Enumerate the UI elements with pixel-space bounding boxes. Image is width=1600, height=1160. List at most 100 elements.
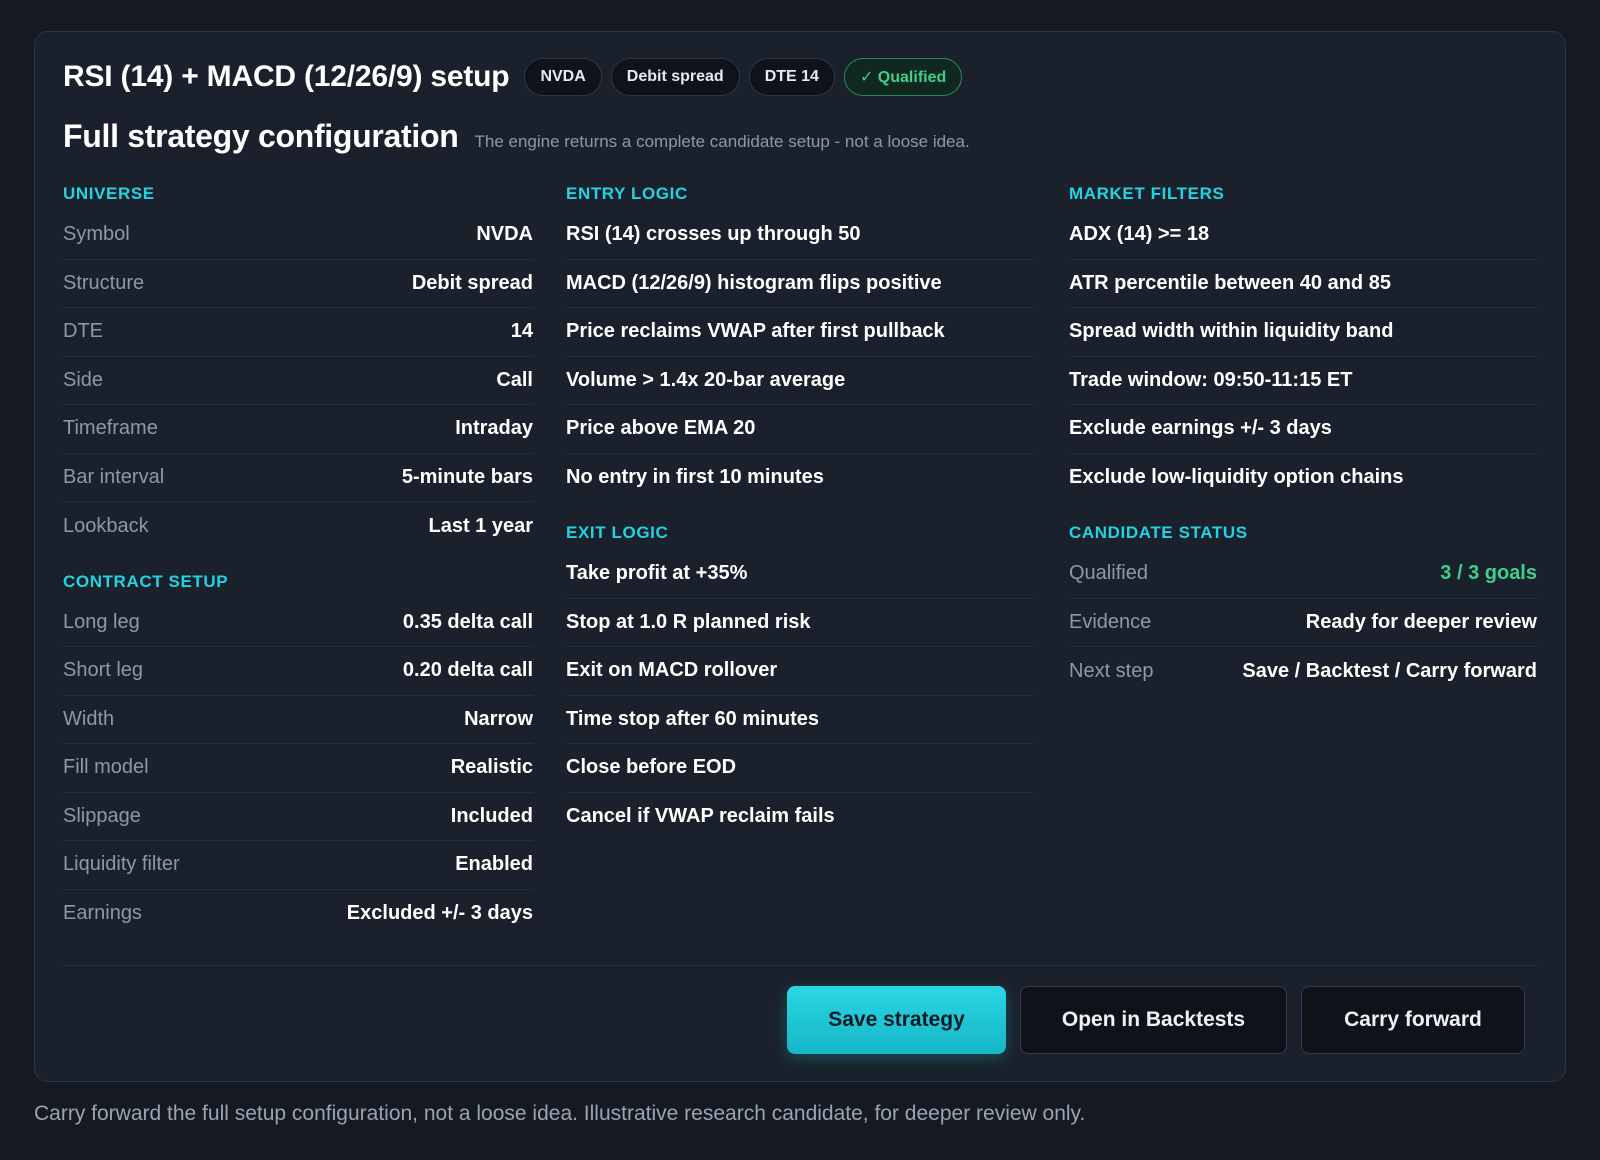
footnote: Carry forward the full setup configurati… xyxy=(34,1102,1086,1125)
open-in-backtests-button[interactable]: Open in Backtests xyxy=(1020,986,1287,1054)
row-value: Debit spread xyxy=(411,271,533,294)
row-value: 0.20 delta call xyxy=(402,659,533,682)
row-value: 14 xyxy=(510,320,533,343)
exit-rule: Take profit at +35% xyxy=(566,550,1034,599)
card-header: RSI (14) + MACD (12/26/9) setup NVDA Deb… xyxy=(63,58,963,96)
row-key: Next step xyxy=(1069,659,1154,682)
candidate-status-heading: CANDIDATE STATUS xyxy=(1069,523,1248,542)
symbol-pill: NVDA xyxy=(524,58,602,96)
row-key: Width xyxy=(63,707,115,730)
action-bar: Save strategy Open in Backtests Carry fo… xyxy=(787,986,1525,1054)
row-key: Short leg xyxy=(63,659,144,682)
entry-rule: Price above EMA 20 xyxy=(566,405,1034,454)
universe-row-timeframe: Timeframe Intraday xyxy=(63,405,533,454)
row-value: Enabled xyxy=(455,853,533,876)
save-strategy-button[interactable]: Save strategy xyxy=(787,986,1006,1054)
universe-row-side: Side Call xyxy=(63,357,533,405)
row-value: Narrow xyxy=(464,707,533,730)
section-description: The engine returns a complete candidate … xyxy=(474,132,970,151)
exit-rule: Exit on MACD rollover xyxy=(566,647,1034,696)
config-column-universe: UNIVERSE Symbol NVDA Structure Debit sprea… xyxy=(63,177,533,938)
row-value: Call xyxy=(496,368,533,391)
market-filters-list: ADX (14) >= 18 ATR percentile between 40… xyxy=(1069,211,1537,502)
row-value: Included xyxy=(450,804,533,827)
row-value: 3 / 3 goals xyxy=(1440,562,1537,585)
exit-logic-heading: EXIT LOGIC xyxy=(566,523,669,542)
row-value: NVDA xyxy=(476,223,533,246)
setup-title: RSI (14) + MACD (12/26/9) setup xyxy=(63,60,510,93)
contract-row-fill-model: Fill model Realistic xyxy=(63,744,533,793)
market-filter: Spread width within liquidity band xyxy=(1069,308,1537,357)
dte-pill: DTE 14 xyxy=(748,58,835,96)
row-key: Long leg xyxy=(63,610,140,633)
row-key: Liquidity filter xyxy=(63,853,180,876)
contract-row-long-leg: Long leg 0.35 delta call xyxy=(63,599,533,647)
contract-list: Long leg 0.35 delta call Short leg 0.20 de… xyxy=(63,599,533,939)
market-filters-heading: MARKET FILTERS xyxy=(1069,184,1225,203)
row-value: Realistic xyxy=(450,756,533,779)
universe-row-symbol: Symbol NVDA xyxy=(63,211,533,260)
status-row-evidence: Evidence Ready for deeper review xyxy=(1069,599,1537,647)
entry-rule: MACD (12/26/9) histogram flips positive xyxy=(566,260,1034,308)
contract-row-width: Width Narrow xyxy=(63,696,533,744)
row-key: Qualified xyxy=(1069,562,1148,585)
qualified-status-badge: ✓ Qualified xyxy=(843,58,963,96)
market-filter: ATR percentile between 40 and 85 xyxy=(1069,260,1537,308)
exit-logic-list: Take profit at +35% Stop at 1.0 R planne… xyxy=(566,550,1034,841)
row-key: Fill model xyxy=(63,756,149,779)
row-value: Excluded +/- 3 days xyxy=(346,902,533,925)
row-value: Last 1 year xyxy=(428,514,533,537)
entry-rule: Volume > 1.4x 20-bar average xyxy=(566,357,1034,405)
config-column-filters: MARKET FILTERS ADX (14) >= 18 ATR percen… xyxy=(1069,177,1537,696)
exit-rule: Close before EOD xyxy=(566,744,1034,793)
row-key: Earnings xyxy=(63,902,142,925)
row-value: Intraday xyxy=(455,417,533,440)
row-key: Structure xyxy=(63,271,145,294)
row-key: Timeframe xyxy=(63,417,158,440)
exit-rule: Stop at 1.0 R planned risk xyxy=(566,599,1034,647)
market-filter: Exclude low-liquidity option chains xyxy=(1069,466,1404,489)
config-column-logic: ENTRY LOGIC RSI (14) crosses up through … xyxy=(566,177,1034,841)
row-value: 5-minute bars xyxy=(401,465,533,488)
exit-rule: Time stop after 60 minutes xyxy=(566,696,1034,744)
row-key: DTE xyxy=(63,320,103,343)
exit-rule: Cancel if VWAP reclaim fails xyxy=(566,805,835,828)
contract-row-liquidity-filter: Liquidity filter Enabled xyxy=(63,841,533,890)
entry-logic-list: RSI (14) crosses up through 50 MACD (12/… xyxy=(566,211,1034,502)
status-row-qualified: Qualified 3 / 3 goals xyxy=(1069,550,1537,599)
contract-setup-heading: CONTRACT SETUP xyxy=(63,571,229,591)
market-filter: Exclude earnings +/- 3 days xyxy=(1069,405,1537,454)
row-key: Slippage xyxy=(63,804,141,827)
market-filter: ADX (14) >= 18 xyxy=(1069,211,1537,260)
row-value: Save / Backtest / Carry forward xyxy=(1242,659,1537,682)
contract-row-earnings: Earnings Excluded +/- 3 days xyxy=(63,890,533,939)
row-value: 0.35 delta call xyxy=(402,610,533,633)
row-key: Symbol xyxy=(63,223,130,246)
status-row-next-step: Next step Save / Backtest / Carry forward xyxy=(1069,647,1537,696)
section-title: Full strategy configuration xyxy=(63,118,459,154)
universe-row-structure: Structure Debit spread xyxy=(63,260,533,308)
row-key: Side xyxy=(63,368,104,391)
actions-divider xyxy=(63,965,1537,966)
universe-row-lookback: Lookback Last 1 year xyxy=(63,502,533,551)
entry-rule: Price reclaims VWAP after first pullback xyxy=(566,308,1034,357)
carry-forward-button[interactable]: Carry forward xyxy=(1301,986,1525,1054)
strategy-card: RSI (14) + MACD (12/26/9) setup NVDA Deb… xyxy=(34,31,1566,1082)
contract-row-short-leg: Short leg 0.20 delta call xyxy=(63,647,533,696)
entry-rule: No entry in first 10 minutes xyxy=(566,466,824,489)
market-filter: Trade window: 09:50-11:15 ET xyxy=(1069,357,1537,405)
contract-row-slippage: Slippage Included xyxy=(63,793,533,841)
universe-row-bar-interval: Bar interval 5-minute bars xyxy=(63,454,533,502)
entry-logic-heading: ENTRY LOGIC xyxy=(566,184,688,203)
universe-list: Symbol NVDA Structure Debit spread DTE 14 S… xyxy=(63,211,533,551)
row-value: Ready for deeper review xyxy=(1305,610,1537,633)
section-header: Full strategy configuration The engine r… xyxy=(63,118,970,155)
row-key: Lookback xyxy=(63,514,149,537)
entry-rule: RSI (14) crosses up through 50 xyxy=(566,211,1034,260)
candidate-status-list: Qualified 3 / 3 goals Evidence Ready for d… xyxy=(1069,550,1537,696)
universe-heading: UNIVERSE xyxy=(63,184,155,203)
universe-row-dte: DTE 14 xyxy=(63,308,533,357)
row-key: Evidence xyxy=(1069,610,1152,633)
row-key: Bar interval xyxy=(63,465,165,488)
structure-pill: Debit spread xyxy=(610,58,740,96)
